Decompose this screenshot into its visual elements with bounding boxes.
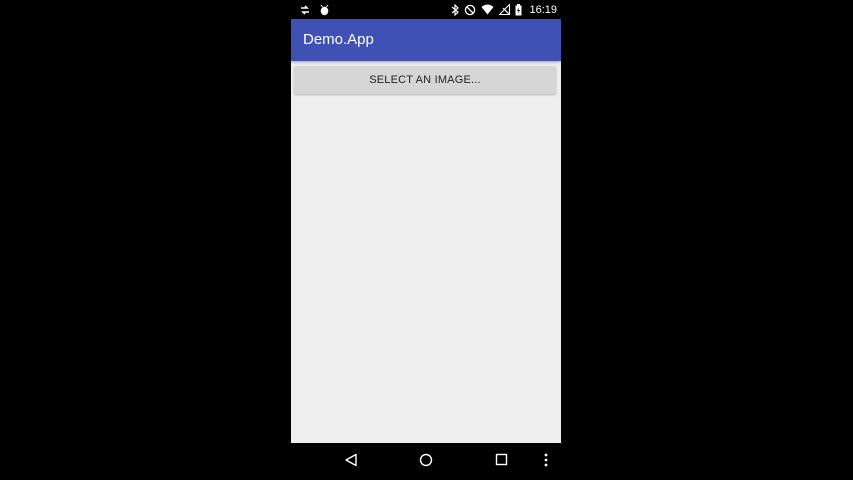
status-bar: 16:19	[291, 0, 561, 19]
battery-charging-icon	[515, 3, 522, 16]
app-title: Demo.App	[303, 31, 374, 48]
navigation-bar	[291, 443, 561, 480]
android-debug-icon	[319, 4, 330, 16]
overflow-menu-icon	[544, 453, 548, 472]
sync-icon	[299, 4, 311, 16]
recents-icon	[495, 453, 508, 471]
wifi-icon	[481, 4, 494, 15]
status-right-icons: 16:19	[451, 2, 557, 17]
no-signal-icon	[499, 4, 511, 15]
back-icon	[344, 453, 358, 472]
home-icon	[419, 453, 433, 472]
bluetooth-icon	[451, 3, 460, 16]
do-not-disturb-icon	[464, 4, 476, 16]
app-bar: Demo.App	[291, 19, 561, 61]
overflow-menu-button[interactable]	[536, 452, 556, 472]
status-left-icons	[299, 2, 330, 17]
status-time: 16:19	[529, 3, 557, 16]
back-button[interactable]	[341, 452, 361, 472]
main-content: SELECT AN IMAGE...	[291, 61, 561, 443]
recents-button[interactable]	[491, 452, 511, 472]
home-button[interactable]	[416, 452, 436, 472]
phone-screen: 16:19 Demo.App SELECT AN IMAGE...	[291, 0, 561, 480]
select-image-button[interactable]: SELECT AN IMAGE...	[294, 66, 556, 94]
